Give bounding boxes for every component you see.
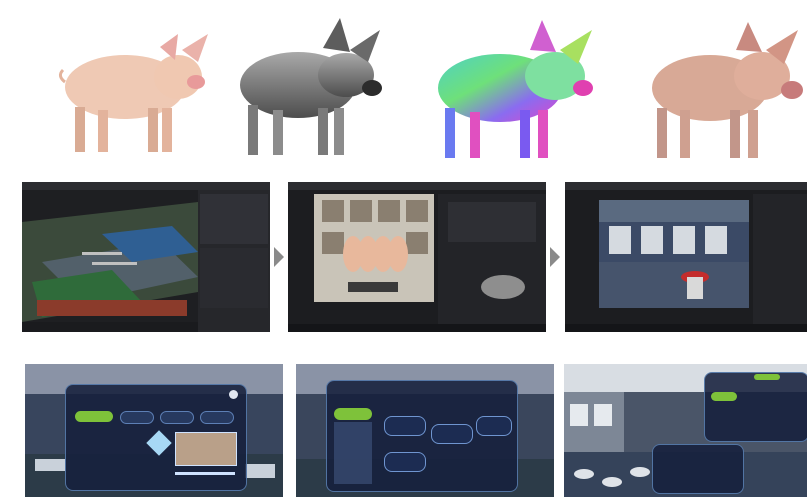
pig-grey-mesh-panel: [228, 10, 388, 160]
vr-menu-detail: [296, 364, 554, 497]
pig-grey-mesh: [240, 18, 382, 155]
vr-barn-header-tab[interactable]: [754, 374, 780, 380]
vr-close-button[interactable]: [229, 390, 238, 399]
vr-barn-subdialog: [652, 444, 744, 494]
vr-slider-track[interactable]: [175, 472, 235, 475]
chevron-right-arrow-icon: [274, 247, 284, 267]
vr-menu-in-barn: [564, 364, 807, 497]
barn-interior-editor: [565, 182, 807, 332]
pig-photo: [58, 34, 208, 152]
vr-stat-box: [384, 416, 426, 436]
pig-normal-map-panel: [420, 10, 600, 162]
farm-scene-viewport: [22, 182, 270, 332]
vr-tab-active[interactable]: [75, 411, 113, 422]
vr-preview-frame: [175, 432, 237, 466]
vr-stat-box: [431, 424, 473, 444]
farm-scene-editor: [22, 182, 270, 332]
pig-normal-map: [438, 20, 593, 158]
pig-textured-panel: [632, 10, 807, 162]
vr-barn-tab-active[interactable]: [711, 392, 737, 401]
vr-tab[interactable]: [120, 411, 154, 424]
pig-photo-panel: [30, 12, 215, 160]
chevron-right-arrow-icon: [550, 247, 560, 267]
vr-list-active[interactable]: [334, 408, 372, 420]
vr-tab[interactable]: [160, 411, 194, 424]
vr-tab[interactable]: [200, 411, 234, 424]
vr-stat-box: [476, 416, 512, 436]
vr-stat-box: [384, 452, 426, 472]
barn-interior-viewport: [565, 182, 807, 332]
texture-editor: [288, 182, 546, 332]
vr-menu-main: [25, 364, 283, 497]
pig-textured: [652, 22, 803, 158]
vr-list-panel: [334, 422, 372, 484]
vr-barn-dialog: [704, 372, 807, 442]
texture-editor-viewport: [288, 182, 546, 332]
